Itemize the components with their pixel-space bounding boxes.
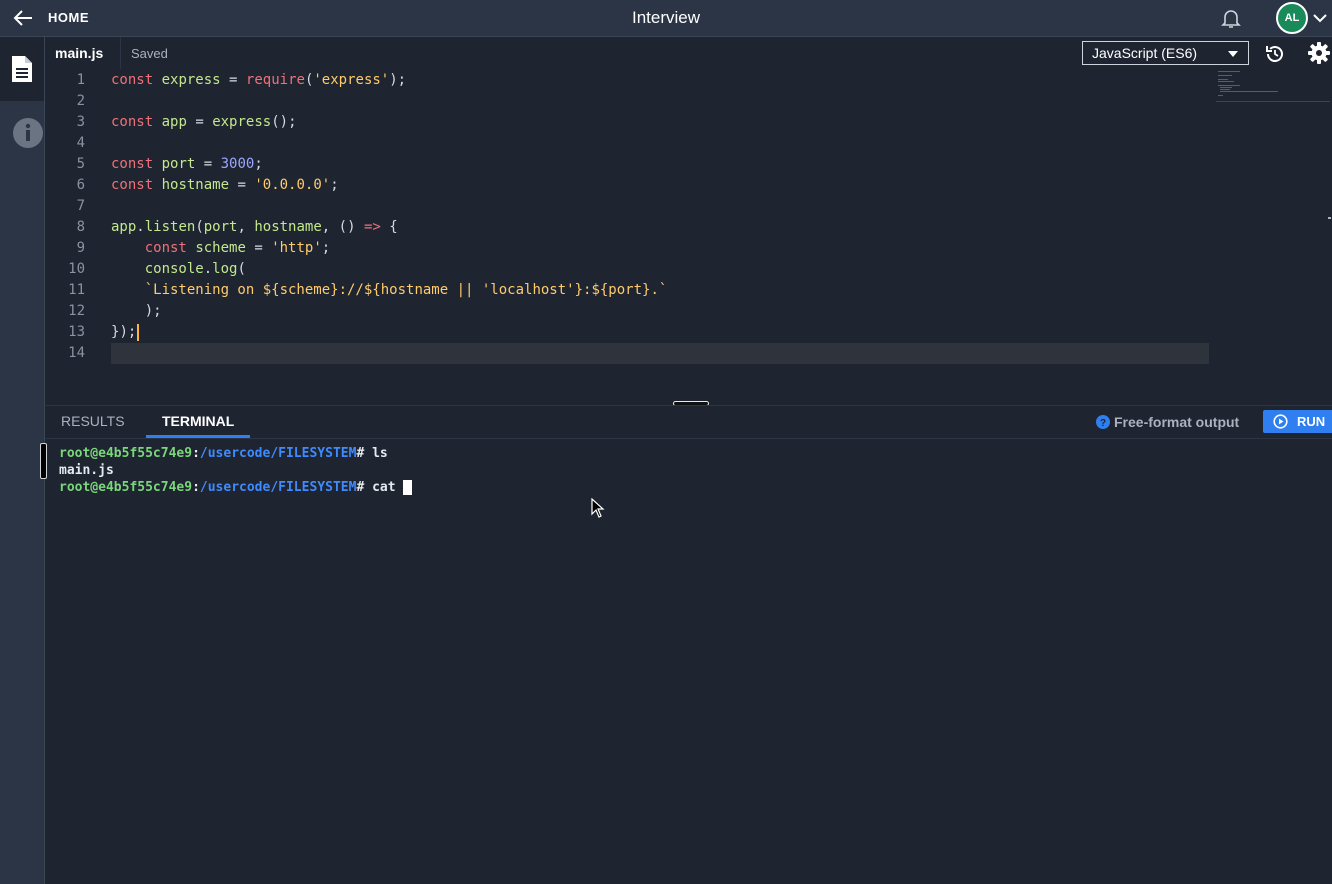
line-number: 9 <box>76 240 85 256</box>
minimap-line <box>1218 79 1228 80</box>
line-number: 2 <box>76 93 85 109</box>
terminal-command: ls <box>372 446 388 461</box>
code-line: 3 const app = express(); <box>45 112 1210 133</box>
terminal-cursor <box>403 480 413 495</box>
file-icon <box>12 56 32 82</box>
code-text[interactable]: app.listen(port, hostname, () => { <box>111 217 398 238</box>
caret-down-icon <box>1228 51 1238 57</box>
terminal-command: cat <box>372 480 404 495</box>
minimap-line <box>1218 85 1240 86</box>
editor-header: main.js Saved JavaScript (ES6) <box>45 37 1332 70</box>
bell-icon[interactable] <box>1219 6 1243 30</box>
minimap-line <box>1220 87 1232 88</box>
line-number: 11 <box>68 282 85 298</box>
code-line: 1 const express = require('express'); <box>45 70 1210 91</box>
gear-icon[interactable] <box>1308 42 1330 64</box>
minimap-line <box>1218 95 1223 96</box>
tab-divider <box>120 37 121 69</box>
code-line: 14 <box>45 343 1210 364</box>
language-select-label: JavaScript (ES6) <box>1092 45 1198 61</box>
file-tab-main-js[interactable]: main.js <box>55 45 103 61</box>
tab-terminal[interactable]: TERMINAL <box>146 406 251 438</box>
scrollbar-marker <box>1328 217 1331 219</box>
info-icon[interactable] <box>12 117 44 149</box>
code-text[interactable]: const scheme = 'http'; <box>111 238 331 259</box>
minimap-line <box>1218 71 1240 72</box>
arrow-left-icon[interactable] <box>12 7 34 29</box>
line-number: 7 <box>76 198 85 214</box>
minimap-line <box>1220 89 1230 90</box>
home-link[interactable]: HOME <box>48 10 89 25</box>
code-line: 4 <box>45 133 1210 154</box>
avatar[interactable]: AL <box>1276 2 1308 34</box>
code-text[interactable]: console.log( <box>111 259 246 280</box>
line-number: 6 <box>76 177 85 193</box>
prompt-path: /usercode/FILESYSTEM <box>199 446 357 461</box>
tab-results[interactable]: RESULTS <box>61 406 125 438</box>
code-text[interactable]: ); <box>111 301 162 322</box>
code-line: 7 <box>45 196 1210 217</box>
line-number: 8 <box>76 219 85 235</box>
terminal-line: root@e4b5f55c74e9:/usercode/FILESYSTEM# … <box>59 479 413 496</box>
terminal-output: main.js <box>59 463 114 478</box>
code-line: 5 const port = 3000; <box>45 154 1210 175</box>
minimap-line <box>1218 81 1234 82</box>
line-number: 1 <box>76 72 85 88</box>
line-number: 3 <box>76 114 85 130</box>
terminal[interactable]: root@e4b5f55c74e9:/usercode/FILESYSTEM# … <box>40 438 1332 884</box>
line-number: 10 <box>68 261 85 277</box>
minimap-line <box>1218 75 1232 76</box>
prompt-separator: : <box>192 446 200 461</box>
code-text[interactable]: const app = express(); <box>111 112 297 133</box>
terminal-line: main.js <box>59 462 114 479</box>
terminal-scrollbar[interactable] <box>40 443 47 479</box>
output-panel-tabs: RESULTS TERMINAL ? Free-format output RU… <box>45 405 1332 439</box>
code-text[interactable]: const hostname = '0.0.0.0'; <box>111 175 339 196</box>
minimap[interactable] <box>1216 69 1330 102</box>
run-button-label: RUN <box>1297 414 1326 429</box>
prompt-user: root@e4b5f55c74e9 <box>59 480 193 495</box>
code-line: 2 <box>45 91 1210 112</box>
code-line: 11 `Listening on ${scheme}://${hostname … <box>45 280 1210 301</box>
prompt-symbol: # <box>356 446 373 461</box>
code-line: 10 console.log( <box>45 259 1210 280</box>
prompt-symbol: # <box>356 480 373 495</box>
svg-text:?: ? <box>1100 418 1106 429</box>
line-number: 14 <box>68 345 85 361</box>
code-line: 8 app.listen(port, hostname, () => { <box>45 217 1210 238</box>
history-icon[interactable] <box>1264 43 1286 65</box>
terminal-line: root@e4b5f55c74e9:/usercode/FILESYSTEM# … <box>59 445 388 462</box>
code-text[interactable]: }); <box>111 322 140 343</box>
text-caret <box>137 323 140 341</box>
prompt-separator: : <box>192 480 200 495</box>
line-number: 13 <box>68 324 85 340</box>
code-line: 12 ); <box>45 301 1210 322</box>
help-icon[interactable]: ? <box>1096 415 1110 429</box>
top-bar: HOME Interview AL <box>0 0 1332 37</box>
line-number: 12 <box>68 303 85 319</box>
page-title: Interview <box>631 8 701 27</box>
prompt-user: root@e4b5f55c74e9 <box>59 446 193 461</box>
code-line: 9 const scheme = 'http'; <box>45 238 1210 259</box>
code-line: 13}); <box>45 322 1210 343</box>
code-text[interactable]: `Listening on ${scheme}://${hostname || … <box>111 280 668 301</box>
line-number: 5 <box>76 156 85 172</box>
save-status: Saved <box>131 46 168 61</box>
minimap-line <box>1220 91 1278 92</box>
chevron-down-icon[interactable] <box>1312 10 1328 26</box>
run-button[interactable]: RUN <box>1263 410 1332 433</box>
files-panel-button[interactable] <box>0 37 44 101</box>
left-rail <box>0 37 45 884</box>
code-line: 6 const hostname = '0.0.0.0'; <box>45 175 1210 196</box>
prompt-path: /usercode/FILESYSTEM <box>199 480 357 495</box>
language-select[interactable]: JavaScript (ES6) <box>1082 41 1249 65</box>
free-format-output-toggle[interactable]: Free-format output <box>1114 414 1239 430</box>
code-text[interactable]: const express = require('express'); <box>111 70 406 91</box>
line-number: 4 <box>76 135 85 151</box>
play-icon <box>1273 414 1288 429</box>
code-editor[interactable]: 1 const express = require('express'); 2 3 co… <box>45 69 1332 404</box>
code-text[interactable]: const port = 3000; <box>111 154 263 175</box>
